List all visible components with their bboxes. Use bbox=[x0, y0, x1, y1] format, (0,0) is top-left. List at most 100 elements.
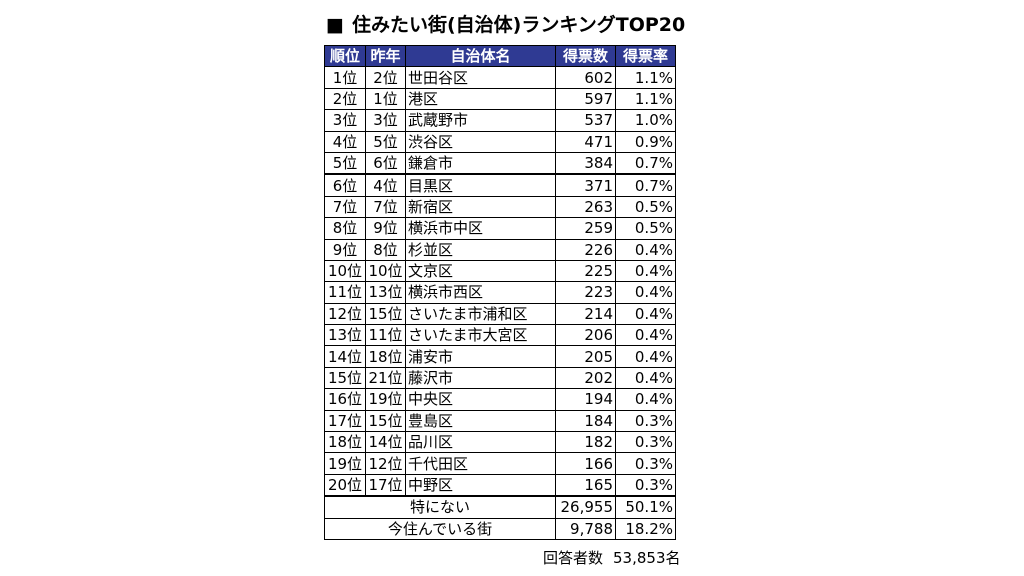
previous-rank-cell: 15位 bbox=[365, 409, 406, 433]
previous-rank-cell: 8位 bbox=[365, 238, 406, 261]
table-row: 13位 11位 さいたま市大宮区 206 0.4% bbox=[324, 324, 676, 347]
votes-cell: 259 bbox=[555, 217, 616, 240]
vote-rate-cell: 0.3% bbox=[615, 473, 676, 497]
summary-votes: 9,788 bbox=[555, 517, 616, 540]
rank-cell: 19位 bbox=[324, 452, 366, 475]
previous-rank-cell: 5位 bbox=[365, 130, 406, 153]
votes-cell: 371 bbox=[555, 173, 616, 197]
previous-rank-cell: 21位 bbox=[365, 366, 406, 390]
votes-cell: 225 bbox=[555, 259, 616, 283]
table-row: 2位 1位 港区 597 1.1% bbox=[324, 87, 676, 111]
rank-cell: 2位 bbox=[324, 87, 366, 111]
summary-rate: 50.1% bbox=[615, 495, 676, 519]
table-row: 4位 5位 渋谷区 471 0.9% bbox=[324, 130, 676, 153]
votes-cell: 471 bbox=[555, 130, 616, 153]
vote-rate-cell: 0.3% bbox=[615, 431, 676, 454]
rank-cell: 10位 bbox=[324, 259, 366, 283]
summary-row: 今住んでいる街 9,788 18.2% bbox=[324, 517, 676, 540]
rank-cell: 12位 bbox=[324, 302, 366, 326]
summary-label: 特にない bbox=[324, 495, 556, 519]
vote-rate-cell: 0.4% bbox=[615, 345, 676, 368]
votes-cell: 182 bbox=[555, 431, 616, 454]
header-municipality: 自治体名 bbox=[405, 44, 556, 68]
table-row: 10位 10位 文京区 225 0.4% bbox=[324, 259, 676, 283]
rank-cell: 6位 bbox=[324, 173, 366, 197]
votes-cell: 184 bbox=[555, 409, 616, 433]
respondent-value: 53,853名 bbox=[613, 549, 681, 567]
municipality-cell: 中野区 bbox=[405, 473, 556, 497]
previous-rank-cell: 2位 bbox=[365, 66, 406, 89]
municipality-cell: 武蔵野市 bbox=[405, 109, 556, 132]
previous-rank-cell: 18位 bbox=[365, 345, 406, 368]
vote-rate-cell: 0.4% bbox=[615, 366, 676, 390]
votes-cell: 537 bbox=[555, 109, 616, 132]
municipality-cell: 豊島区 bbox=[405, 409, 556, 433]
header-rank: 順位 bbox=[324, 44, 366, 68]
vote-rate-cell: 1.1% bbox=[615, 66, 676, 89]
ranking-table: 順位 昨年 自治体名 得票数 得票率 1位 2位 世田谷区 602 1.1% 2位 1位 港区… bbox=[324, 44, 676, 540]
rank-cell: 8位 bbox=[324, 217, 366, 240]
table-row: 12位 15位 さいたま市浦和区 214 0.4% bbox=[324, 302, 676, 326]
previous-rank-cell: 11位 bbox=[365, 324, 406, 347]
municipality-cell: 文京区 bbox=[405, 259, 556, 283]
table-row: 20位 17位 中野区 165 0.3% bbox=[324, 473, 676, 497]
municipality-cell: 浦安市 bbox=[405, 345, 556, 368]
municipality-cell: 千代田区 bbox=[405, 452, 556, 475]
municipality-cell: 横浜市中区 bbox=[405, 217, 556, 240]
previous-rank-cell: 9位 bbox=[365, 217, 406, 240]
rank-cell: 4位 bbox=[324, 130, 366, 153]
votes-cell: 602 bbox=[555, 66, 616, 89]
table-row: 9位 8位 杉並区 226 0.4% bbox=[324, 238, 676, 261]
vote-rate-cell: 0.3% bbox=[615, 452, 676, 475]
table-row: 15位 21位 藤沢市 202 0.4% bbox=[324, 366, 676, 390]
header-previous-year: 昨年 bbox=[365, 44, 406, 68]
votes-cell: 597 bbox=[555, 87, 616, 111]
table-row: 8位 9位 横浜市中区 259 0.5% bbox=[324, 217, 676, 240]
vote-rate-cell: 0.4% bbox=[615, 259, 676, 283]
table-row: 3位 3位 武蔵野市 537 1.0% bbox=[324, 109, 676, 132]
respondent-count: 回答者数 53,853名 bbox=[543, 547, 681, 568]
votes-cell: 206 bbox=[555, 324, 616, 347]
summary-rate: 18.2% bbox=[615, 517, 676, 540]
table-row: 5位 6位 鎌倉市 384 0.7% bbox=[324, 151, 676, 175]
vote-rate-cell: 1.0% bbox=[615, 109, 676, 132]
votes-cell: 165 bbox=[555, 473, 616, 497]
municipality-cell: 中央区 bbox=[405, 388, 556, 411]
respondent-label: 回答者数 bbox=[543, 549, 604, 567]
rank-cell: 16位 bbox=[324, 388, 366, 411]
previous-rank-cell: 7位 bbox=[365, 195, 406, 219]
table-row: 14位 18位 浦安市 205 0.4% bbox=[324, 345, 676, 368]
table-row: 6位 4位 目黒区 371 0.7% bbox=[324, 173, 676, 197]
rank-cell: 7位 bbox=[324, 195, 366, 219]
previous-rank-cell: 17位 bbox=[365, 473, 406, 497]
rank-cell: 13位 bbox=[324, 324, 366, 347]
vote-rate-cell: 1.1% bbox=[615, 87, 676, 111]
page-title: ■ 住みたい街(自治体)ランキングTOP20 bbox=[326, 10, 685, 37]
header-vote-rate: 得票率 bbox=[615, 44, 676, 68]
rank-cell: 14位 bbox=[324, 345, 366, 368]
vote-rate-cell: 0.4% bbox=[615, 302, 676, 326]
table-row: 1位 2位 世田谷区 602 1.1% bbox=[324, 66, 676, 89]
table-row: 18位 14位 品川区 182 0.3% bbox=[324, 431, 676, 454]
previous-rank-cell: 13位 bbox=[365, 281, 406, 304]
votes-cell: 194 bbox=[555, 388, 616, 411]
votes-cell: 214 bbox=[555, 302, 616, 326]
previous-rank-cell: 6位 bbox=[365, 151, 406, 175]
municipality-cell: 港区 bbox=[405, 87, 556, 111]
table-header-row: 順位 昨年 自治体名 得票数 得票率 bbox=[324, 44, 676, 68]
rank-cell: 3位 bbox=[324, 109, 366, 132]
table-row: 19位 12位 千代田区 166 0.3% bbox=[324, 452, 676, 475]
vote-rate-cell: 0.7% bbox=[615, 151, 676, 175]
municipality-cell: 目黒区 bbox=[405, 173, 556, 197]
summary-votes: 26,955 bbox=[555, 495, 616, 519]
municipality-cell: 渋谷区 bbox=[405, 130, 556, 153]
table-row: 11位 13位 横浜市西区 223 0.4% bbox=[324, 281, 676, 304]
table-row: 16位 19位 中央区 194 0.4% bbox=[324, 388, 676, 411]
previous-rank-cell: 1位 bbox=[365, 87, 406, 111]
rank-cell: 1位 bbox=[324, 66, 366, 89]
table-row: 7位 7位 新宿区 263 0.5% bbox=[324, 195, 676, 219]
rank-cell: 17位 bbox=[324, 409, 366, 433]
municipality-cell: 世田谷区 bbox=[405, 66, 556, 89]
municipality-cell: さいたま市浦和区 bbox=[405, 302, 556, 326]
previous-rank-cell: 10位 bbox=[365, 259, 406, 283]
